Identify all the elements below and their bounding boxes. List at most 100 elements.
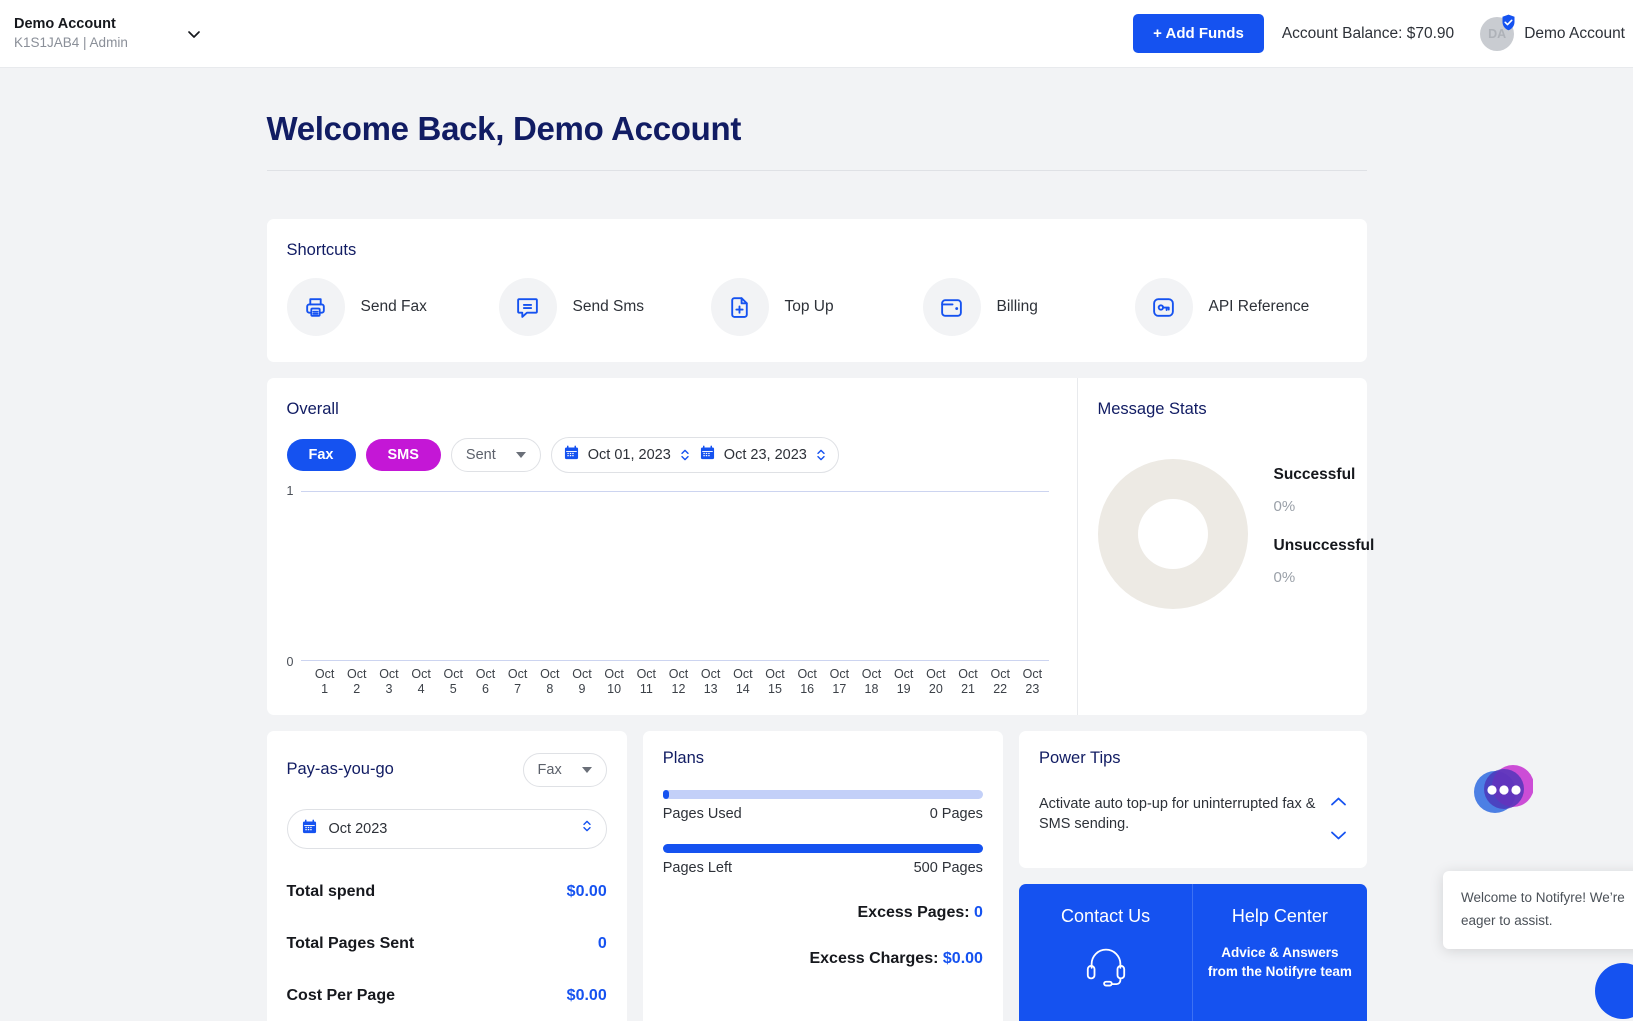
- bar-slot: [534, 491, 566, 661]
- x-tick-label: Oct 1: [314, 667, 335, 696]
- overall-card: Overall Fax SMS Sent Oct 01, 2023 Oct 23…: [266, 378, 1077, 715]
- x-tick-label: Oct 19: [893, 667, 914, 696]
- power-tips-nav: [1330, 794, 1347, 846]
- overall-filters: Fax SMS Sent Oct 01, 2023 Oct 23, 2023: [286, 437, 1057, 473]
- calendar-icon: [700, 445, 715, 465]
- payg-row-key: Total Pages Sent: [286, 934, 415, 952]
- x-tick-label: Oct 15: [765, 667, 785, 696]
- chat-welcome-bubble[interactable]: Welcome to Notifyre! We’re eager to assi…: [1443, 871, 1633, 949]
- payg-row-key: Total spend: [286, 882, 376, 900]
- payg-header: Pay-as-you-go Fax: [286, 752, 607, 787]
- bar-slot: [630, 491, 662, 661]
- x-tick-label: Oct 21: [958, 667, 978, 696]
- key-icon: [1134, 278, 1193, 336]
- shortcut-api-reference[interactable]: API Reference: [1134, 278, 1347, 336]
- shortcut-send-fax[interactable]: Send Fax: [286, 278, 499, 336]
- excess-charges-value: $0.00: [942, 949, 983, 967]
- support-card: Contact Us Help Center Advice & Answers …: [1018, 883, 1367, 1021]
- chevron-down-icon: [515, 452, 526, 458]
- bar-slot: [502, 491, 534, 661]
- date-from-value: Oct 01, 2023: [587, 447, 671, 463]
- top-user-name[interactable]: Demo Account: [1524, 25, 1625, 43]
- shortcut-billing[interactable]: Billing: [922, 278, 1135, 336]
- date-to-field[interactable]: Oct 23, 2023: [700, 445, 826, 465]
- bar-slot: [309, 491, 341, 661]
- chevron-up-icon[interactable]: [1330, 794, 1347, 812]
- pages-left-progress: [662, 843, 983, 853]
- filter-sms-button[interactable]: SMS: [365, 439, 441, 471]
- donut-legend: Successful 0% Unsuccessful 0%: [1274, 466, 1375, 608]
- pages-used-progress-fill: [662, 789, 670, 799]
- payg-row-key: Cost Per Page: [286, 986, 395, 1004]
- shortcut-label: Send Sms: [572, 298, 645, 315]
- payg-title: Pay-as-you-go: [286, 760, 394, 778]
- shortcut-top-up[interactable]: Top Up: [710, 278, 923, 336]
- x-tick-label: Oct 14: [733, 667, 753, 696]
- x-tick-label: Oct 10: [604, 667, 624, 696]
- x-tick-label: Oct 9: [572, 667, 592, 696]
- help-center-tile[interactable]: Help Center Advice & Answers from the No…: [1192, 883, 1366, 1021]
- x-tick-label: Oct 11: [636, 667, 657, 696]
- pages-left-label: Pages Left: [662, 859, 733, 876]
- status-select[interactable]: Sent: [450, 438, 541, 472]
- bar-slot: [984, 491, 1016, 661]
- filter-fax-button[interactable]: Fax: [286, 439, 356, 471]
- legend-successful-label: Successful: [1273, 465, 1356, 483]
- x-tick-label: Oct 12: [668, 667, 689, 696]
- power-tips-text: Activate auto top-up for uninterrupted f…: [1038, 795, 1316, 833]
- fax-icon: [286, 278, 345, 336]
- x-tick-label: Oct 18: [861, 667, 882, 696]
- title-divider: [266, 170, 1367, 171]
- x-tick-label: Oct 13: [700, 667, 721, 696]
- payg-row-total-pages-sent: Total Pages Sent 0: [287, 935, 607, 953]
- payg-month-value: Oct 2023: [328, 820, 388, 837]
- payg-type-value: Fax: [537, 761, 562, 778]
- bar-slot: [598, 491, 630, 661]
- avatar[interactable]: DA: [1480, 14, 1515, 51]
- legend-successful-value: 0%: [1273, 497, 1296, 515]
- pages-used-row: Pages Used 0 Pages: [663, 806, 983, 822]
- account-switcher[interactable]: Demo Account K1S1JAB4 | Admin: [0, 15, 202, 53]
- excess-charges-label: Excess Charges:: [809, 949, 939, 967]
- bar-slot: [437, 491, 469, 661]
- date-from-field[interactable]: Oct 01, 2023: [564, 445, 690, 465]
- payg-row-value: $0.00: [566, 882, 607, 900]
- bar-slot: [469, 491, 501, 661]
- date-range-picker[interactable]: Oct 01, 2023 Oct 23, 2023: [550, 437, 839, 473]
- shortcut-send-sms[interactable]: Send Sms: [498, 278, 711, 336]
- contact-us-tile[interactable]: Contact Us: [1019, 884, 1192, 1021]
- headset-icon: [1033, 941, 1178, 992]
- message-stats-title: Message Stats: [1097, 400, 1207, 418]
- x-tick-label: Oct 23: [1022, 667, 1043, 696]
- x-tick-label: Oct 22: [990, 667, 1010, 696]
- chevron-down-icon: [581, 766, 592, 773]
- bar-slot: [920, 491, 952, 661]
- shortcuts-list: Send Fax Send Sms Top Up Billing API Ref…: [286, 278, 1347, 336]
- x-tick-label: Oct 6: [475, 667, 496, 696]
- plans-card: Plans Pages Used 0 Pages Pages Left 500 …: [642, 730, 1003, 1021]
- bar-series: [309, 491, 1049, 661]
- excess-pages-row: Excess Pages: 0: [663, 904, 983, 922]
- date-to-stepper[interactable]: [816, 448, 826, 462]
- payg-type-select[interactable]: Fax: [522, 752, 607, 787]
- calendar-icon: [564, 445, 579, 465]
- shortcut-label: Billing: [996, 298, 1038, 315]
- bar-slot: [823, 491, 855, 661]
- date-from-stepper[interactable]: [680, 448, 690, 462]
- calendar-icon: [302, 819, 317, 839]
- add-funds-button[interactable]: + Add Funds: [1133, 14, 1264, 53]
- bottom-row: Pay-as-you-go Fax Oct 2023 Total spend $…: [266, 730, 1367, 1021]
- shortcut-label: Send Fax: [360, 298, 427, 315]
- pages-used-label: Pages Used: [662, 805, 742, 822]
- legend-unsuccessful-label: Unsuccessful: [1273, 536, 1375, 554]
- account-name: Demo Account: [14, 15, 116, 32]
- payg-row-value: 0: [597, 934, 607, 952]
- help-center-title: Help Center: [1231, 905, 1328, 926]
- payg-month-stepper[interactable]: [582, 819, 592, 838]
- bar-slot: [405, 491, 437, 661]
- x-tick-label: Oct 16: [797, 667, 817, 696]
- chevron-down-icon[interactable]: [1330, 828, 1347, 846]
- payg-row-total-spend: Total spend $0.00: [287, 883, 607, 901]
- payg-month-picker[interactable]: Oct 2023: [286, 808, 607, 849]
- bar-slot: [791, 491, 823, 661]
